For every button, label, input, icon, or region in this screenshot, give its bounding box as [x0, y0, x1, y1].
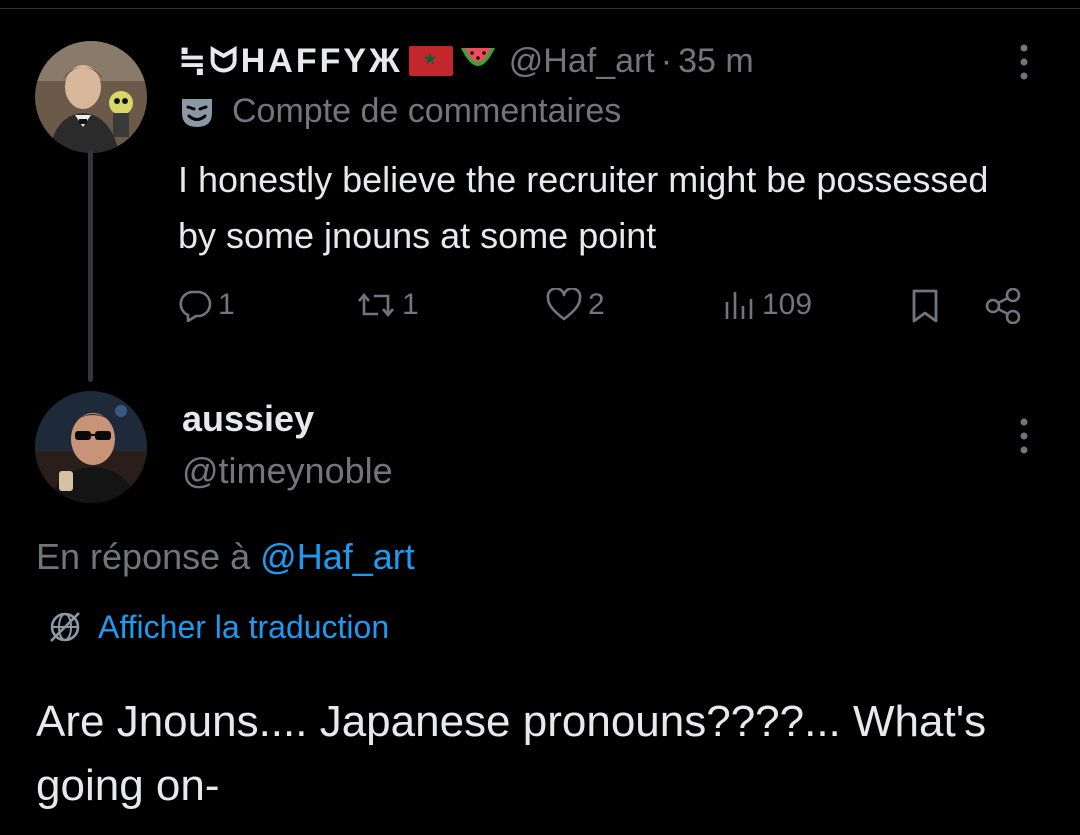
thread-connector-line — [88, 150, 93, 382]
share-icon — [985, 288, 1021, 324]
post-timestamp[interactable]: 35 m — [678, 42, 754, 81]
bookmark-icon — [912, 289, 938, 323]
separator-dot: · — [660, 41, 673, 80]
reply-display-name[interactable]: aussiey — [182, 398, 314, 440]
user-handle[interactable]: @Haf_art — [509, 42, 655, 81]
display-name[interactable]: ≒ᗢHAFFYЖ — [178, 41, 403, 81]
theater-masks-icon — [182, 98, 212, 127]
flag-morocco-icon: ★ — [408, 46, 453, 76]
globe-icon — [50, 612, 80, 642]
reply-context: En réponse à @Haf_art — [36, 536, 415, 578]
repost-button[interactable]: 1 — [356, 288, 419, 322]
repost-icon — [358, 292, 394, 318]
translate-button[interactable]: Afficher la traduction — [46, 608, 389, 646]
reply-count: 1 — [218, 288, 235, 321]
post-actions-bar: 1 1 2 109 — [178, 284, 1028, 330]
user-avatar-image — [35, 391, 147, 503]
repost-count: 1 — [402, 288, 419, 321]
views-button[interactable]: 109 — [722, 288, 812, 322]
translate-label[interactable]: Afficher la traduction — [98, 609, 389, 646]
views-icon — [725, 292, 753, 319]
reply-to-prefix: En réponse à — [36, 536, 261, 577]
like-button[interactable]: 2 — [546, 288, 605, 322]
more-options-button[interactable] — [1012, 42, 1036, 82]
top-divider — [0, 8, 1080, 9]
community-note[interactable]: Compte de commentaires — [178, 92, 621, 131]
reply-text: Are Jnouns.... Japanese pronouns????... … — [36, 697, 987, 810]
watermelon-icon — [459, 44, 497, 79]
views-count: 109 — [762, 288, 813, 321]
post-header: ≒ᗢHAFFYЖ ★ @Haf_art · 35 m — [178, 38, 754, 84]
reply-button[interactable]: 1 — [178, 288, 235, 322]
reply-more-options-button[interactable] — [1012, 416, 1036, 456]
avatar-aussiey[interactable] — [35, 391, 147, 503]
avatar-haffy[interactable] — [35, 41, 147, 153]
heart-icon — [546, 288, 582, 321]
community-label: Compte de commentaires — [232, 92, 622, 130]
user-avatar-image — [35, 41, 147, 153]
reply-to-handle-link[interactable]: @Haf_art — [260, 536, 415, 577]
more-vertical-icon — [1020, 44, 1028, 80]
reply-icon — [179, 290, 212, 322]
reply-user-handle[interactable]: @timeynoble — [182, 450, 393, 492]
bookmark-button[interactable] — [908, 288, 942, 324]
more-vertical-icon — [1020, 418, 1028, 454]
like-count: 2 — [588, 288, 605, 321]
post-text: I honestly believe the recruiter might b… — [178, 159, 989, 256]
share-button[interactable] — [984, 288, 1022, 324]
